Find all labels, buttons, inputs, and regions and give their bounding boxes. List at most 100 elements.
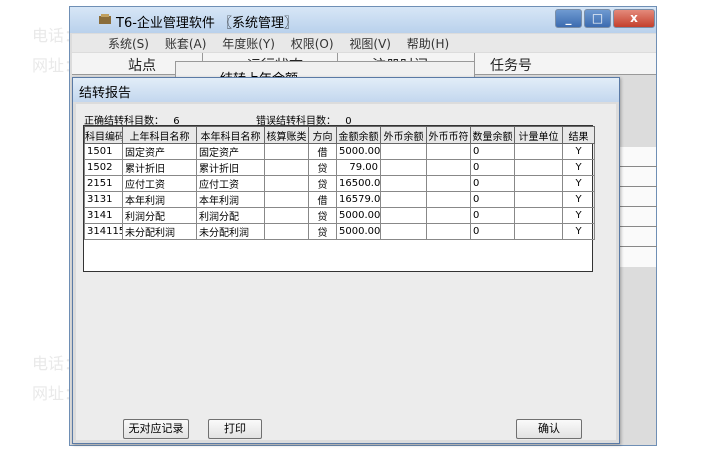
cell-result: Y [562,159,595,176]
cell-result: Y [562,191,595,208]
cell-code: 3131 [84,191,123,208]
cell-unit [514,207,563,224]
cell-account-type [264,191,309,208]
cell-result: Y [562,223,595,240]
cell-unit [514,159,563,176]
cell-unit [514,143,563,160]
table-row[interactable]: 314115 未分配利润 未分配利润 贷 5000.00 0 Y [84,223,595,240]
header-this-year-name[interactable]: 本年科目名称 [196,126,265,144]
cell-account-type [264,207,309,224]
cell-this-year-name: 未分配利润 [196,223,265,240]
cell-code: 314115 [84,223,123,240]
cell-currency [426,207,471,224]
cell-unit [514,223,563,240]
cell-this-year-name: 利润分配 [196,207,265,224]
close-button[interactable]: x [613,9,655,28]
cell-direction: 借 [308,143,337,160]
menu-bar: 系统(S) 账套(A) 年度账(Y) 权限(O) 视图(V) 帮助(H) [72,34,656,52]
cell-amount: 16500.00 [336,175,381,192]
app-logo-icon [99,14,111,24]
table-row[interactable]: 1502 累计折旧 累计折旧 贷 79.00 0 Y [84,159,595,176]
cell-foreign-balance [380,143,427,160]
cell-unit [514,175,563,192]
header-last-year-name[interactable]: 上年科目名称 [122,126,197,144]
table-row[interactable]: 3141 利润分配 利润分配 贷 5000.00 0 Y [84,207,595,224]
cell-foreign-balance [380,207,427,224]
cell-account-type [264,159,309,176]
cell-quantity: 0 [470,143,515,160]
menu-help[interactable]: 帮助(H) [401,34,455,53]
dialog-body: 正确结转科目数： 6 错误结转科目数： 0 科目编码 上年科目名称 本年科目名称 [76,104,616,440]
cell-currency [426,175,471,192]
cell-account-type [264,143,309,160]
header-direction[interactable]: 方向 [308,126,337,144]
cell-last-year-name: 本年利润 [122,191,197,208]
cell-amount: 5000.00 [336,223,381,240]
column-site: 站点 [128,58,156,74]
cell-direction: 贷 [308,223,337,240]
table-row[interactable]: 2151 应付工资 应付工资 贷 16500.00 0 Y [84,175,595,192]
cell-this-year-name: 固定资产 [196,143,265,160]
cell-direction: 借 [308,191,337,208]
table-row[interactable]: 1501 固定资产 固定资产 借 5000.00 0 Y [84,143,595,160]
cell-quantity: 0 [470,223,515,240]
table-row[interactable]: 3131 本年利润 本年利润 借 16579.00 0 Y [84,191,595,208]
cell-quantity: 0 [470,191,515,208]
header-amount-balance[interactable]: 金额余额 [336,126,381,144]
cell-this-year-name: 累计折旧 [196,159,265,176]
cell-amount: 16579.00 [336,191,381,208]
cell-account-type [264,223,309,240]
header-foreign-balance[interactable]: 外币余额 [380,126,427,144]
table-header-row: 科目编码 上年科目名称 本年科目名称 核算账类 方向 金额余额 外币余额 外币币… [84,126,595,144]
header-account-code[interactable]: 科目编码 [84,126,123,144]
menu-system[interactable]: 系统(S) [102,34,155,53]
cell-result: Y [562,143,595,160]
cell-last-year-name: 应付工资 [122,175,197,192]
menu-annual-account[interactable]: 年度账(Y) [216,34,281,53]
header-unit[interactable]: 计量单位 [514,126,563,144]
cell-foreign-balance [380,175,427,192]
cell-currency [426,143,471,160]
cell-amount: 5000.00 [336,143,381,160]
header-quantity-balance[interactable]: 数量余额 [470,126,515,144]
cell-currency [426,159,471,176]
cell-quantity: 0 [470,207,515,224]
cell-quantity: 0 [470,159,515,176]
cell-result: Y [562,175,595,192]
minimize-button[interactable]: _ [555,9,582,28]
cell-currency [426,223,471,240]
cell-code: 3141 [84,207,123,224]
cell-code: 1502 [84,159,123,176]
cell-direction: 贷 [308,159,337,176]
cell-code: 1501 [84,143,123,160]
maximize-button[interactable]: □ [584,9,611,28]
cell-amount: 5000.00 [336,207,381,224]
cell-foreign-balance [380,223,427,240]
menu-account[interactable]: 账套(A) [159,34,213,53]
main-title-bar[interactable]: T6-企业管理软件 〖系统管理〗 _ □ x [70,7,656,33]
cell-direction: 贷 [308,207,337,224]
cell-quantity: 0 [470,175,515,192]
column-task-number: 任务号 [490,58,532,74]
report-dialog: 结转报告 正确结转科目数： 6 错误结转科目数： 0 科目编码 上年科目名称 本… [72,77,620,444]
dialog-title-bar[interactable]: 结转报告 [73,78,619,102]
no-match-records-button[interactable]: 无对应记录 [123,419,189,439]
menu-view[interactable]: 视图(V) [343,34,397,53]
header-currency-symbol[interactable]: 外币币符 [426,126,471,144]
cell-code: 2151 [84,175,123,192]
cell-result: Y [562,207,595,224]
cell-account-type [264,175,309,192]
app-title: T6-企业管理软件 〖系统管理〗 [116,16,298,31]
cell-foreign-balance [380,159,427,176]
cell-last-year-name: 固定资产 [122,143,197,160]
cell-currency [426,191,471,208]
cell-last-year-name: 利润分配 [122,207,197,224]
header-result[interactable]: 结果 [562,126,595,144]
cell-direction: 贷 [308,175,337,192]
print-button[interactable]: 打印 [208,419,262,439]
header-account-type[interactable]: 核算账类 [264,126,309,144]
cell-this-year-name: 本年利润 [196,191,265,208]
report-table: 科目编码 上年科目名称 本年科目名称 核算账类 方向 金额余额 外币余额 外币币… [83,125,595,272]
menu-permission[interactable]: 权限(O) [285,34,340,53]
ok-button[interactable]: 确认 [516,419,582,439]
